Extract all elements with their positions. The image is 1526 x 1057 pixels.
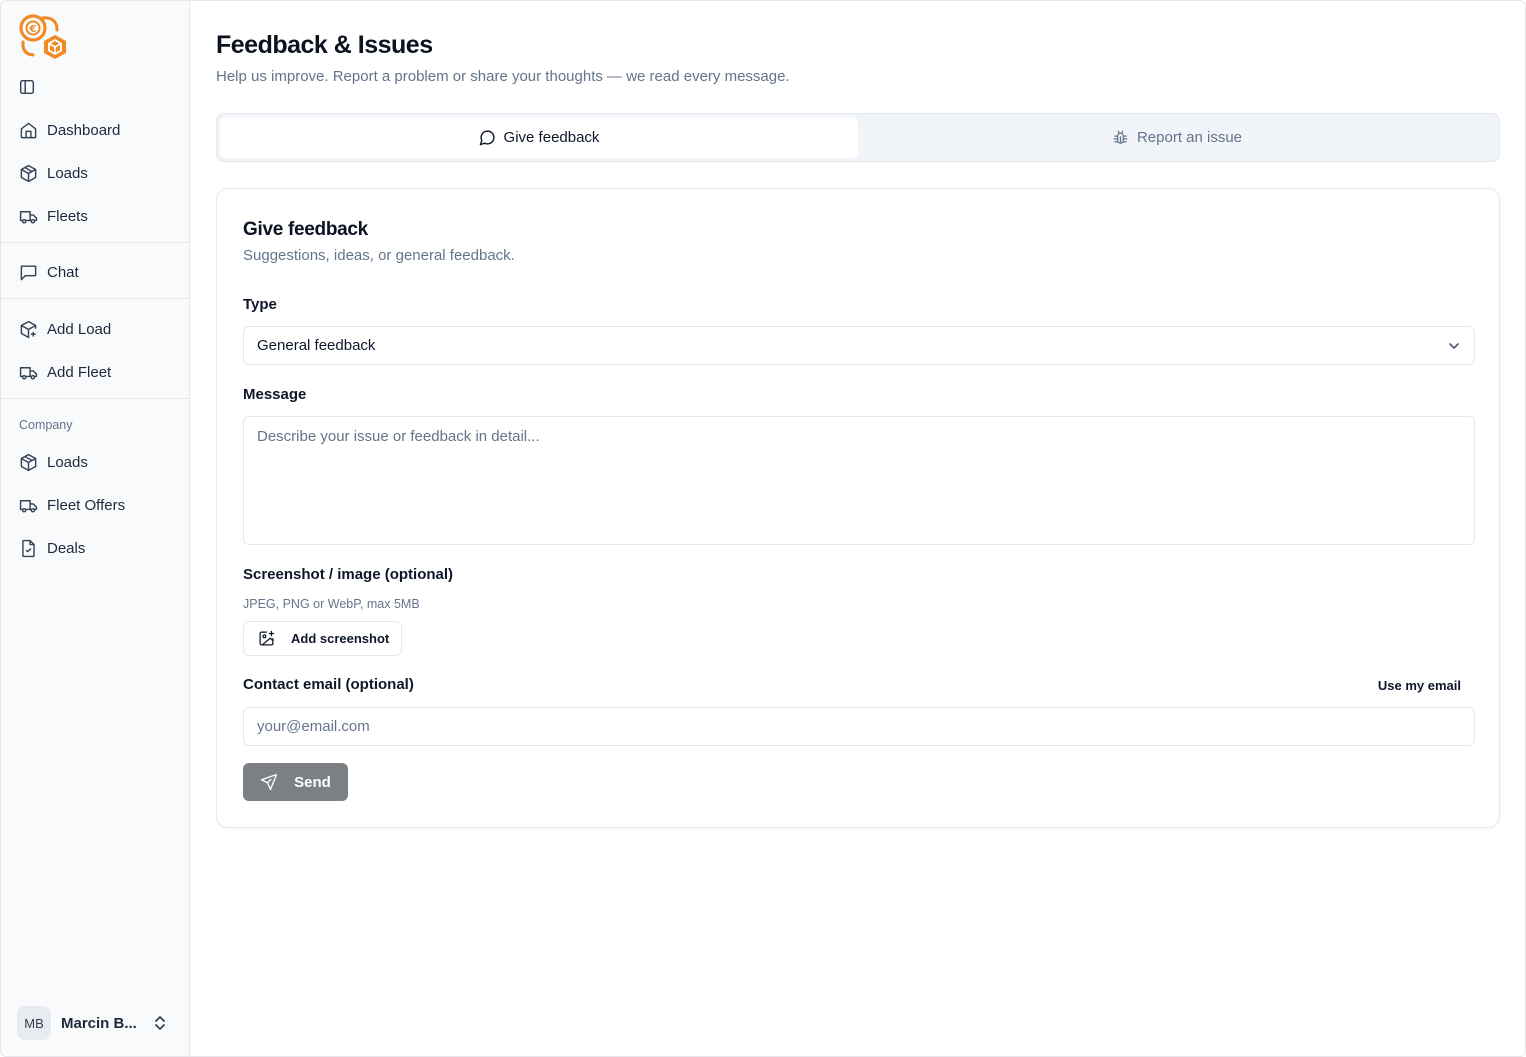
screenshot-hint: JPEG, PNG or WebP, max 5MB [243, 597, 420, 611]
tab-list: Give feedback Report an issue [216, 113, 1500, 162]
sidebar-item-label: Chat [47, 264, 79, 281]
tab-label: Report an issue [1136, 129, 1243, 146]
sidebar-item-company-loads[interactable]: Loads [1, 441, 190, 484]
truck-icon [19, 211, 38, 224]
email-field[interactable] [243, 707, 1475, 746]
message-textarea[interactable] [243, 416, 1475, 545]
nav-group-main: Dashboard Loads Fleets [1, 109, 190, 238]
sidebar-item-label: Loads [47, 454, 88, 471]
panel-left-icon [19, 79, 35, 95]
file-check-icon [22, 539, 35, 558]
chevrons-up-down-icon [155, 1016, 165, 1030]
tab-give-feedback[interactable]: Give feedback [220, 117, 858, 158]
sidebar-item-label: Fleets [47, 208, 88, 225]
screenshot-label: Screenshot / image (optional) [243, 566, 454, 583]
tab-label: Give feedback [503, 129, 600, 146]
message-square-icon [20, 265, 37, 281]
add-screenshot-label: Add screenshot [291, 631, 390, 646]
sidebar-item-loads[interactable]: Loads [1, 152, 190, 195]
package-icon [20, 164, 37, 183]
email-label: Contact email (optional) [243, 676, 414, 693]
sidebar-item-dashboard[interactable]: Dashboard [1, 109, 190, 152]
main-content: Feedback & Issues Help us improve. Repor… [190, 1, 1525, 1056]
send-icon [260, 773, 278, 791]
package-plus-icon [20, 320, 37, 339]
sidebar-item-chat[interactable]: Chat [1, 251, 190, 294]
sidebar-divider [1, 398, 190, 399]
message-circle-icon [479, 130, 495, 146]
type-select[interactable]: General feedback [243, 326, 1475, 365]
sidebar-item-label: Add Load [47, 321, 112, 338]
nav-group-chat: Chat [1, 251, 190, 294]
type-select-value: General feedback [257, 337, 376, 354]
sidebar-item-deals[interactable]: Deals [1, 527, 190, 570]
sidebar: € Dashboard Loads Fleets Chat Add Load A… [1, 1, 190, 1056]
package-icon [20, 453, 37, 472]
use-my-email-button[interactable]: Use my email [1378, 678, 1461, 693]
sidebar-item-add-fleet[interactable]: Add Fleet [1, 351, 190, 394]
send-button[interactable]: Send [243, 763, 348, 801]
sidebar-item-fleets[interactable]: Fleets [1, 195, 190, 238]
sidebar-item-label: Deals [47, 540, 86, 557]
avatar: MB [17, 1006, 51, 1040]
message-label: Message [243, 386, 307, 403]
image-plus-icon [259, 630, 275, 646]
chevron-down-icon [1449, 342, 1459, 349]
sidebar-item-label: Fleet Offers [47, 497, 126, 514]
form-title: Give feedback [243, 219, 368, 240]
user-name: Marcin B... [61, 1014, 137, 1032]
tab-report-issue[interactable]: Report an issue [858, 117, 1496, 158]
user-menu[interactable]: MB Marcin B... [17, 1005, 177, 1041]
sidebar-divider [1, 298, 190, 299]
nav-group-add: Add Load Add Fleet [1, 308, 190, 394]
truck-icon [19, 367, 38, 380]
form-subtitle: Suggestions, ideas, or general feedback. [243, 247, 515, 264]
sidebar-section-label: Company [19, 418, 73, 432]
sidebar-toggle-button[interactable] [17, 77, 37, 97]
type-label: Type [243, 296, 277, 313]
sidebar-item-fleet-offers[interactable]: Fleet Offers [1, 484, 190, 527]
nav-group-company: Loads Fleet Offers Deals [1, 441, 190, 570]
send-label: Send [294, 773, 331, 791]
logo-icon: € [19, 14, 66, 59]
svg-text:€: € [29, 24, 37, 35]
page-subtitle: Help us improve. Report a problem or sha… [216, 68, 790, 85]
bug-icon [1113, 130, 1128, 144]
sidebar-item-label: Add Fleet [47, 364, 112, 381]
sidebar-item-label: Dashboard [47, 122, 121, 139]
app-window: € Dashboard Loads Fleets Chat Add Load A… [0, 0, 1526, 1057]
add-screenshot-button[interactable]: Add screenshot [243, 621, 402, 656]
sidebar-divider [1, 242, 190, 243]
truck-icon [19, 500, 38, 513]
sidebar-item-label: Loads [47, 165, 88, 182]
page-title: Feedback & Issues [216, 31, 433, 59]
sidebar-item-add-load[interactable]: Add Load [1, 308, 190, 351]
home-icon [20, 122, 37, 139]
logo[interactable]: € [17, 13, 71, 63]
feedback-form-card: Give feedback Suggestions, ideas, or gen… [216, 188, 1500, 828]
